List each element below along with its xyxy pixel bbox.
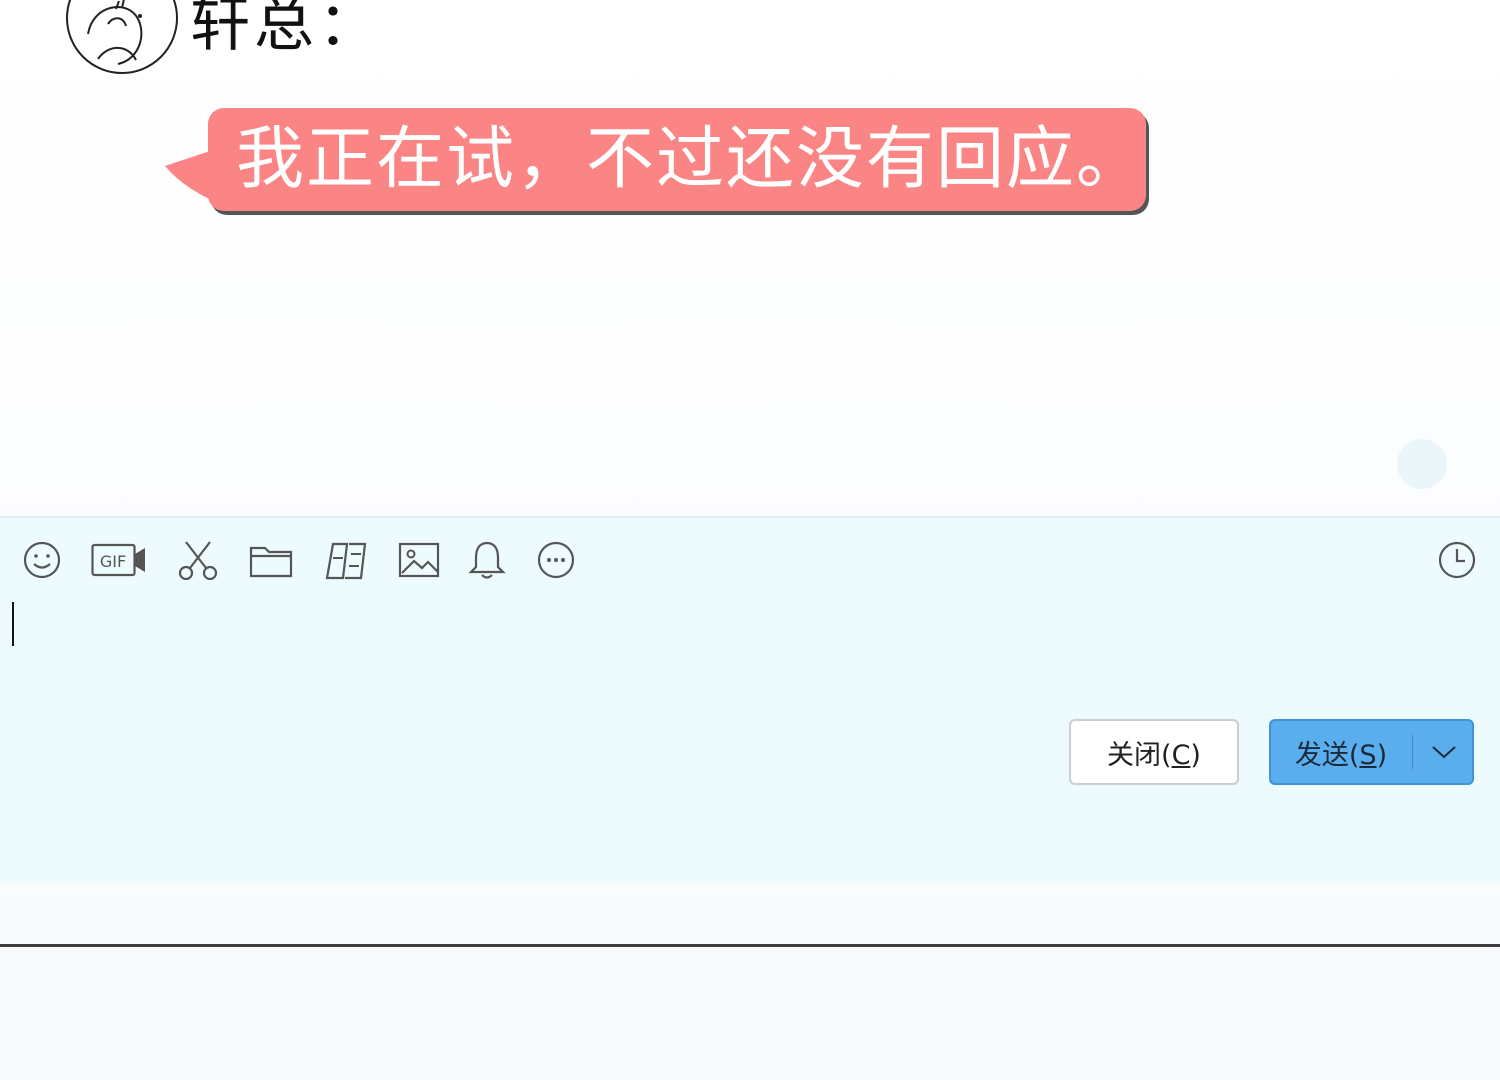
emoji-button[interactable] — [22, 538, 62, 582]
close-label-prefix: 关闭( — [1107, 739, 1172, 771]
send-button[interactable]: 发送(S) — [1271, 721, 1411, 783]
panel-divider — [0, 944, 1500, 947]
more-icon — [537, 541, 575, 579]
image-icon — [398, 542, 440, 578]
gif-icon: GIF — [91, 543, 145, 577]
send-button-divider — [1412, 735, 1413, 769]
send-label-key: S — [1359, 739, 1377, 771]
clock-icon — [1438, 541, 1476, 579]
message-bubble: 我正在试，不过还没有回应。 — [208, 108, 1146, 211]
text-caret — [12, 602, 14, 646]
scissors-icon — [178, 541, 218, 580]
send-label-prefix: 发送( — [1294, 739, 1360, 771]
speaker-name: 轩总： — [190, 0, 382, 60]
close-button[interactable]: 关闭(C) — [1069, 719, 1239, 785]
folder-icon — [249, 546, 293, 578]
image-button[interactable] — [398, 538, 440, 582]
decorative-dot — [1397, 439, 1447, 489]
chevron-down-icon — [1432, 746, 1456, 759]
file-transfer-icon — [325, 542, 367, 580]
gif-button[interactable]: GIF — [91, 538, 147, 582]
file-transfer-button[interactable] — [325, 538, 369, 582]
avatar-drawing-icon — [87, 0, 143, 65]
input-toolbar: GIF — [0, 518, 1500, 602]
close-button-label: 关闭(C) — [1107, 733, 1201, 772]
chat-input-panel: GIF 关闭(C) 发送(S) — [0, 516, 1500, 884]
avatar — [66, 0, 178, 74]
screenshot-button[interactable] — [176, 538, 220, 582]
send-options-button[interactable] — [1416, 721, 1472, 783]
emoji-icon — [23, 541, 61, 579]
message-input[interactable] — [0, 594, 1500, 714]
close-label-suffix: ) — [1190, 739, 1201, 771]
gif-label: GIF — [100, 552, 126, 571]
send-button-group: 发送(S) — [1269, 719, 1474, 785]
close-label-key: C — [1171, 739, 1191, 771]
send-label-suffix: ) — [1376, 739, 1388, 771]
history-button[interactable] — [1437, 538, 1477, 582]
notify-button[interactable] — [467, 538, 507, 582]
message-text: 我正在试，不过还没有回应。 — [236, 120, 1147, 199]
more-button[interactable] — [536, 538, 576, 582]
folder-button[interactable] — [249, 538, 293, 582]
bell-icon — [468, 541, 506, 579]
send-button-label: 发送(S) — [1295, 733, 1387, 772]
